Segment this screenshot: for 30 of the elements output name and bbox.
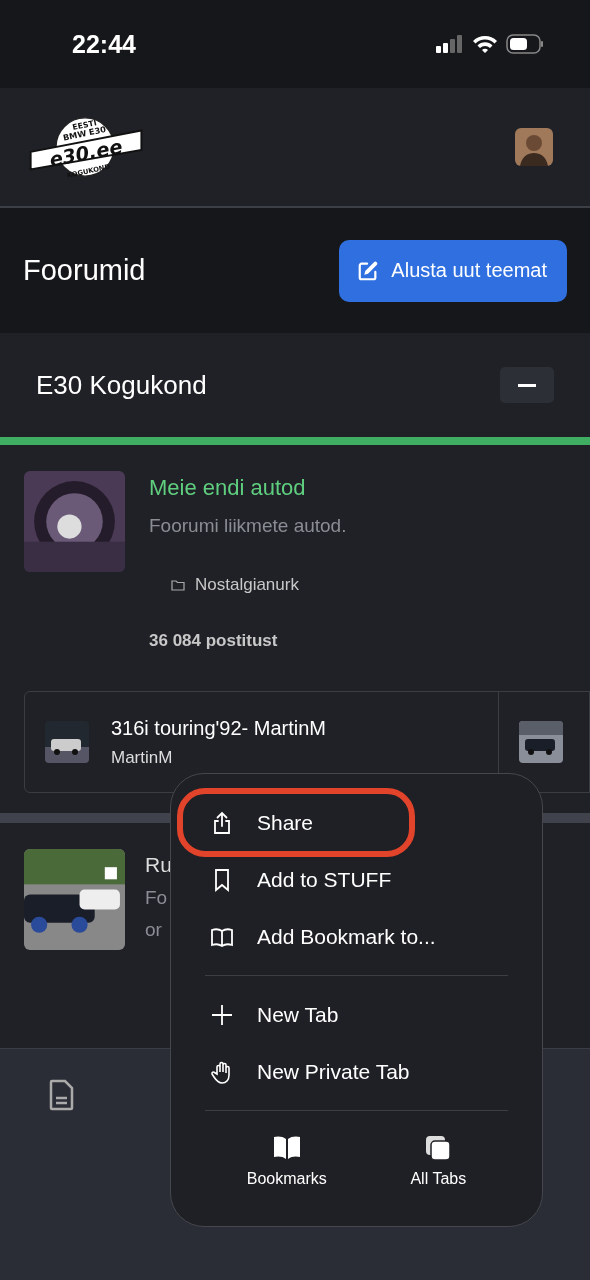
page-title: Foorumid	[23, 254, 146, 287]
subforum-link[interactable]: Nostalgianurk	[195, 575, 299, 595]
battery-icon	[506, 34, 544, 54]
forum-title[interactable]: Meie endi autod	[149, 475, 347, 501]
topic-title: 316i touring'92- MartinM	[111, 716, 327, 740]
menu-item[interactable]: New Tab	[205, 986, 508, 1043]
wifi-icon	[472, 34, 498, 54]
signal-icon	[436, 35, 464, 53]
book-icon	[271, 1134, 302, 1162]
menu-item[interactable]: New Private Tab	[205, 1043, 508, 1100]
avatar[interactable]	[515, 128, 553, 166]
post-count: 36 084 postitust	[149, 631, 279, 651]
topic-author: MartinM	[111, 747, 174, 768]
minus-icon	[518, 383, 536, 387]
menu-item[interactable]: Share	[183, 794, 409, 851]
menu-item[interactable]: Add to STUFF	[205, 851, 508, 908]
forum-title[interactable]: Ru	[145, 853, 172, 877]
forum-description: Foorumi liikmete autod.	[149, 515, 347, 537]
forum-description: or	[145, 919, 163, 941]
menu-item[interactable]: Add Bookmark to...	[205, 908, 508, 965]
menu-bottom-button[interactable]: All Tabs	[404, 1133, 473, 1189]
document-icon[interactable]	[49, 1079, 75, 1111]
new-topic-button[interactable]: Alusta uut teemat	[339, 239, 567, 302]
forum-description: Fo	[145, 887, 169, 909]
folder-icon	[171, 579, 185, 591]
menu-bottom-button[interactable]: Bookmarks	[240, 1133, 333, 1189]
status-time: 22:44	[72, 29, 136, 59]
collapse-button[interactable]	[500, 367, 554, 403]
category-title: E30 Kogukond	[36, 369, 207, 401]
edit-icon	[357, 259, 380, 282]
